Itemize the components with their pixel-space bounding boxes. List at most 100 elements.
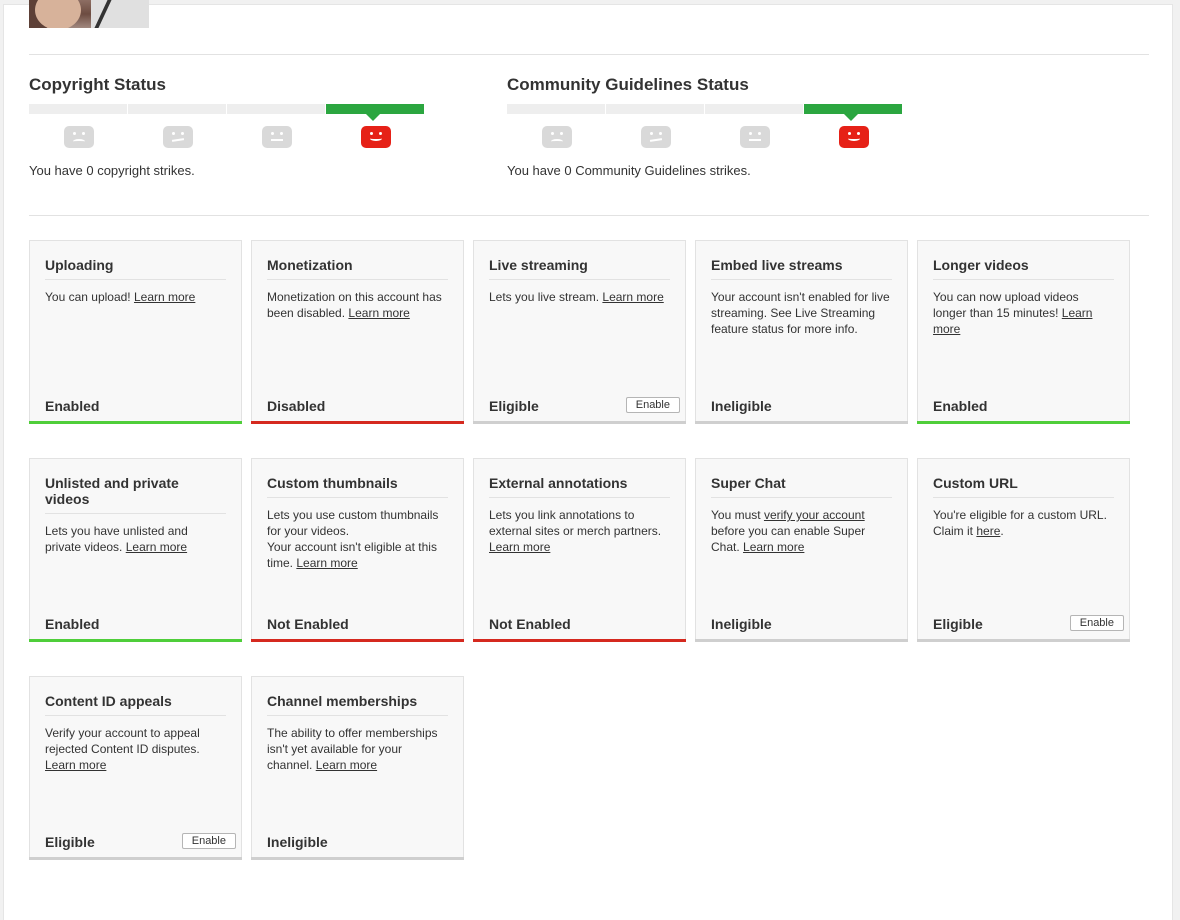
- feature-title: Custom URL: [933, 475, 1114, 498]
- feature-description: Lets you have unlisted and private video…: [45, 523, 226, 555]
- feature-description-text: Your account isn't enabled for live stre…: [711, 290, 890, 336]
- happy-face-icon: [838, 126, 869, 148]
- happy-face-icon: [360, 126, 391, 148]
- enable-live-streaming-button[interactable]: Enable: [625, 397, 680, 413]
- feature-description-text: You can upload!: [45, 290, 131, 304]
- feature-state: Not Enabled: [267, 616, 349, 632]
- feature-card-monetization: Monetization Monetization on this accoun…: [251, 240, 464, 424]
- learn-more-link[interactable]: Learn more: [126, 540, 187, 554]
- feature-state: Eligible: [933, 616, 983, 632]
- feature-card-external-annotations: External annotations Lets you link annot…: [473, 458, 686, 642]
- strike-segment-active: [326, 104, 424, 121]
- feature-state: Not Enabled: [489, 616, 571, 632]
- learn-more-link[interactable]: Learn more: [743, 540, 804, 554]
- feature-title: Channel memberships: [267, 693, 448, 716]
- claim-url-link[interactable]: here: [976, 524, 1000, 538]
- sad-face-icon: [541, 126, 572, 148]
- feature-description-text: Lets you live stream.: [489, 290, 600, 304]
- feature-title: Embed live streams: [711, 257, 892, 280]
- feature-state: Ineligible: [711, 398, 772, 414]
- strike-segment: [606, 104, 704, 114]
- feature-state: Enabled: [45, 616, 100, 632]
- neutral-face-icon: [261, 126, 292, 148]
- community-strike-faces: [507, 126, 903, 148]
- enable-custom-url-button[interactable]: Enable: [1069, 615, 1124, 631]
- feature-title: Monetization: [267, 257, 448, 280]
- community-strike-bar: [507, 104, 903, 121]
- status-bar-disabled: [251, 421, 464, 424]
- feature-card-custom-thumbnails: Custom thumbnails Lets you use custom th…: [251, 458, 464, 642]
- verify-account-link[interactable]: verify your account: [764, 508, 865, 522]
- status-bar-enabled: [29, 421, 242, 424]
- avatar-face: [35, 0, 81, 28]
- feature-title: Longer videos: [933, 257, 1114, 280]
- learn-more-link[interactable]: Learn more: [296, 556, 357, 570]
- avatar-shirt: [91, 0, 149, 28]
- feature-description-text: You're eligible for a custom URL. Claim …: [933, 508, 1107, 538]
- learn-more-link[interactable]: Learn more: [45, 758, 106, 772]
- community-strikes-message: You have 0 Community Guidelines strikes.: [507, 163, 751, 178]
- feature-description-text: You must: [711, 508, 761, 522]
- status-bar-neutral: [251, 857, 464, 860]
- learn-more-link[interactable]: Learn more: [316, 758, 377, 772]
- feature-cards-grid: Uploading You can upload! Learn more Ena…: [29, 240, 1139, 860]
- feature-card-embed-live-streams: Embed live streams Your account isn't en…: [695, 240, 908, 424]
- feature-state: Eligible: [45, 834, 95, 850]
- strike-segment: [507, 104, 605, 114]
- avatar[interactable]: [29, 0, 149, 28]
- status-bar-enabled: [917, 421, 1130, 424]
- feature-title: Unlisted and private videos: [45, 475, 226, 514]
- feature-description: Your account isn't enabled for live stre…: [711, 289, 892, 337]
- enable-content-id-appeals-button[interactable]: Enable: [181, 833, 236, 849]
- strike-segment: [128, 104, 226, 114]
- feature-card-unlisted-private-videos: Unlisted and private videos Lets you hav…: [29, 458, 242, 642]
- feature-description: You can now upload videos longer than 15…: [933, 289, 1114, 337]
- feature-description: You're eligible for a custom URL. Claim …: [933, 508, 1107, 538]
- feature-card-channel-memberships: Channel memberships The ability to offer…: [251, 676, 464, 860]
- feature-description: Lets you live stream. Learn more: [489, 289, 670, 305]
- strike-segment: [227, 104, 325, 114]
- feature-title: Live streaming: [489, 257, 670, 280]
- feature-card-longer-videos: Longer videos You can now upload videos …: [917, 240, 1130, 424]
- sad-face-icon: [63, 126, 94, 148]
- divider-top: [29, 54, 1149, 55]
- status-bar-disabled: [473, 639, 686, 642]
- copyright-status: Copyright Status You have 0 copyright st…: [29, 75, 449, 178]
- feature-description: You must verify your account before you …: [711, 507, 892, 555]
- feature-title: Uploading: [45, 257, 226, 280]
- strike-segment: [705, 104, 803, 114]
- status-bar-neutral: [29, 857, 242, 860]
- copyright-status-title: Copyright Status: [29, 75, 166, 94]
- learn-more-link[interactable]: Learn more: [489, 540, 550, 554]
- feature-description: Verify your account to appeal rejected C…: [45, 725, 226, 773]
- learn-more-link[interactable]: Learn more: [134, 290, 195, 304]
- feature-state: Disabled: [267, 398, 326, 414]
- neutral-face-icon: [739, 126, 770, 148]
- feature-description-text: You can now upload videos longer than 15…: [933, 290, 1079, 320]
- feature-card-super-chat: Super Chat You must verify your account …: [695, 458, 908, 642]
- copyright-strikes-message: You have 0 copyright strikes.: [29, 163, 195, 178]
- feature-card-content-id-appeals: Content ID appeals Verify your account t…: [29, 676, 242, 860]
- feature-title: External annotations: [489, 475, 670, 498]
- learn-more-link[interactable]: Learn more: [602, 290, 663, 304]
- community-guidelines-status: Community Guidelines Status You have 0 C…: [507, 75, 927, 178]
- divider-middle: [29, 215, 1149, 216]
- feature-description-text: Verify your account to appeal rejected C…: [45, 726, 200, 756]
- feature-state: Ineligible: [267, 834, 328, 850]
- status-bar-neutral: [917, 639, 1130, 642]
- feature-description: Lets you use custom thumbnails for your …: [267, 507, 448, 571]
- status-bar-disabled: [251, 639, 464, 642]
- channel-status-page: Copyright Status You have 0 copyright st…: [3, 0, 1173, 920]
- status-bar-neutral: [695, 639, 908, 642]
- feature-description-text: Lets you use custom thumbnails for your …: [267, 508, 439, 538]
- feature-title: Content ID appeals: [45, 693, 226, 716]
- strike-segment: [29, 104, 127, 114]
- feature-state: Enabled: [933, 398, 988, 414]
- feature-state: Eligible: [489, 398, 539, 414]
- feature-description: Lets you link annotations to external si…: [489, 507, 670, 555]
- meh-face-icon: [162, 126, 193, 148]
- feature-title: Custom thumbnails: [267, 475, 448, 498]
- feature-description: You can upload! Learn more: [45, 289, 226, 305]
- status-bar-neutral: [473, 421, 686, 424]
- learn-more-link[interactable]: Learn more: [348, 306, 409, 320]
